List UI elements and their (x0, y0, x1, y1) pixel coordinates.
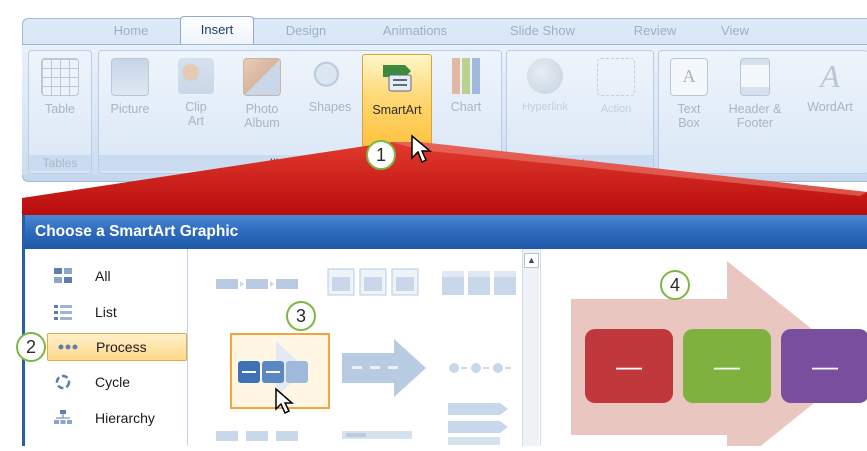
tab-review[interactable]: Review (620, 20, 690, 42)
all-icon (54, 268, 72, 283)
shapes-icon (312, 58, 348, 94)
cycle-icon (55, 374, 71, 390)
photo-album-label: Photo Album (244, 102, 280, 130)
picture-icon (111, 58, 149, 96)
category-list: All List Process Cycle Hierarchy (25, 249, 188, 446)
tab-insert[interactable]: Insert (180, 16, 254, 45)
text-box-button[interactable]: A Text Box (664, 58, 714, 130)
hierarchy-icon (54, 410, 72, 424)
hyperlink-button[interactable]: Hyperlink (510, 58, 580, 114)
smartart-label: SmartArt (372, 103, 422, 117)
list-icon (54, 305, 72, 320)
header-footer-icon (740, 58, 770, 96)
callout-2: 2 (16, 332, 46, 362)
layout-thumbnail[interactable] (324, 265, 424, 301)
table-icon (41, 58, 79, 96)
wordart-button[interactable]: A WordArt (796, 58, 864, 114)
photo-album-button[interactable]: Photo Album (232, 58, 292, 130)
category-label: List (95, 304, 117, 320)
chart-button[interactable]: Chart (436, 58, 496, 114)
action-icon (597, 58, 635, 96)
header-footer-button[interactable]: Header & Footer (722, 58, 788, 130)
picture-button[interactable]: Picture (100, 58, 160, 116)
process-icon (58, 344, 78, 350)
text-box-label: Text Box (677, 102, 701, 130)
photo-album-icon (243, 58, 281, 96)
clip-art-label: Clip Art (185, 100, 207, 128)
tab-home[interactable]: Home (100, 20, 162, 42)
callout-3: 3 (286, 301, 316, 331)
layout-thumbnail[interactable] (214, 425, 304, 445)
category-label: Process (96, 339, 147, 355)
clip-art-icon (178, 58, 214, 94)
tab-design[interactable]: Design (270, 20, 342, 42)
layout-thumbnail[interactable] (446, 399, 516, 445)
tab-animations[interactable]: Animations (365, 20, 465, 42)
tab-slide-show[interactable]: Slide Show (495, 20, 590, 42)
layout-preview: — — — (540, 249, 867, 451)
layout-thumbnail[interactable] (340, 423, 420, 445)
tab-view[interactable]: View (710, 20, 760, 42)
chart-label: Chart (450, 100, 482, 114)
layout-thumbnail[interactable] (446, 357, 522, 379)
layout-thumbnail[interactable] (214, 273, 304, 295)
callout-1: 1 (366, 140, 396, 170)
category-label: All (95, 268, 111, 284)
layout-thumbnail[interactable] (440, 265, 520, 301)
scroll-up-arrow-icon[interactable]: ▲ (524, 253, 539, 268)
smartart-dialog: Choose a SmartArt Graphic All List Proce… (22, 215, 867, 451)
hyperlink-label: Hyperlink (522, 101, 568, 113)
shapes-button[interactable]: Shapes (300, 58, 360, 114)
action-button[interactable]: Action (588, 58, 644, 116)
layout-gallery (190, 249, 522, 446)
chart-icon (448, 58, 484, 94)
preview-box-text: — (616, 351, 642, 381)
preview-box-text: — (812, 351, 838, 381)
dialog-title: Choose a SmartArt Graphic (25, 215, 867, 249)
smartart-icon (379, 61, 415, 97)
shapes-label: Shapes (308, 100, 352, 114)
category-label: Cycle (95, 374, 131, 390)
wordart-label: WordArt (807, 100, 853, 114)
picture-label: Picture (110, 102, 150, 116)
action-label: Action (600, 103, 632, 115)
table-label: Table (45, 102, 75, 116)
text-box-icon: A (670, 58, 708, 96)
header-footer-label: Header & Footer (728, 102, 782, 130)
category-label: Hierarchy (95, 410, 155, 426)
layout-thumbnail[interactable] (338, 333, 430, 403)
mouse-pointer-icon (275, 387, 294, 415)
category-process[interactable]: Process (47, 333, 187, 361)
table-button[interactable]: Table (30, 58, 90, 116)
preview-box-text: — (714, 351, 740, 381)
wordart-icon: A (820, 58, 840, 94)
clip-art-button[interactable]: Clip Art (168, 58, 224, 128)
callout-4: 4 (660, 270, 690, 300)
preview-graphic: — — — (571, 261, 867, 451)
globe-icon (527, 58, 563, 94)
gallery-scrollbar[interactable]: ▲ (522, 249, 539, 446)
mouse-pointer-icon (411, 134, 433, 164)
